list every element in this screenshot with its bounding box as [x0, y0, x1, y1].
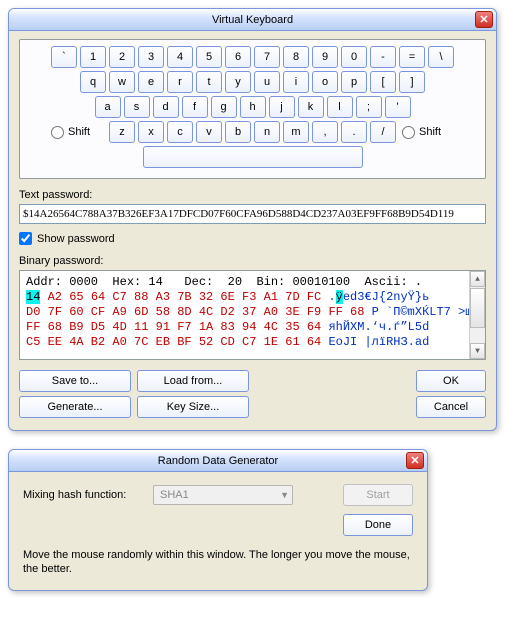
hex-row: FF 68 B9 D5 4D 11 91 F7 1A 83 94 4C 35 6… — [26, 320, 479, 335]
start-button: Start — [343, 484, 413, 506]
key-;[interactable]: ; — [356, 96, 382, 118]
shift-left-radio[interactable]: Shift — [51, 126, 103, 139]
key-e[interactable]: e — [138, 71, 164, 93]
key-=[interactable]: = — [399, 46, 425, 68]
gen-title: Random Data Generator — [158, 455, 278, 467]
mixing-hash-label: Mixing hash function: — [23, 489, 143, 501]
key-a[interactable]: a — [95, 96, 121, 118]
key-r[interactable]: r — [167, 71, 193, 93]
save-to-button[interactable]: Save to... — [19, 370, 131, 392]
shift-right-input[interactable] — [402, 126, 415, 139]
key-n[interactable]: n — [254, 121, 280, 143]
mixing-hash-select[interactable]: SHA1 ▼ — [153, 485, 293, 505]
key-m[interactable]: m — [283, 121, 309, 143]
key-i[interactable]: i — [283, 71, 309, 93]
key-x[interactable]: x — [138, 121, 164, 143]
key-s[interactable]: s — [124, 96, 150, 118]
key-g[interactable]: g — [211, 96, 237, 118]
hex-scrollbar[interactable]: ▲ ▼ — [469, 271, 485, 359]
key-`[interactable]: ` — [51, 46, 77, 68]
hex-row: 14 A2 65 64 C7 88 A3 7B 32 6E F3 A1 7D F… — [26, 290, 479, 305]
show-password-checkbox[interactable]: Show password — [19, 232, 486, 245]
key-j[interactable]: j — [269, 96, 295, 118]
generate-button[interactable]: Generate... — [19, 396, 131, 418]
random-data-generator-dialog: Random Data Generator ✕ Mixing hash func… — [8, 449, 428, 591]
key-\[interactable]: \ — [428, 46, 454, 68]
binpw-label: Binary password: — [19, 255, 486, 267]
scroll-down-icon[interactable]: ▼ — [470, 343, 485, 359]
mixing-hash-value: SHA1 — [160, 489, 189, 501]
key-c[interactable]: c — [167, 121, 193, 143]
cancel-button[interactable]: Cancel — [416, 396, 486, 418]
chevron-down-icon: ▼ — [280, 490, 289, 500]
key-q[interactable]: q — [80, 71, 106, 93]
text-password-input[interactable] — [19, 204, 486, 224]
vk-titlebar: Virtual Keyboard ✕ — [9, 9, 496, 31]
key-o[interactable]: o — [312, 71, 338, 93]
key-k[interactable]: k — [298, 96, 324, 118]
hex-row: C5 EE 4A B2 A0 7C EB BF 52 CD C7 1E 61 6… — [26, 335, 479, 350]
key-5[interactable]: 5 — [196, 46, 222, 68]
key-p[interactable]: p — [341, 71, 367, 93]
key-4[interactable]: 4 — [167, 46, 193, 68]
key-1[interactable]: 1 — [80, 46, 106, 68]
key-y[interactable]: y — [225, 71, 251, 93]
key-f[interactable]: f — [182, 96, 208, 118]
key-'[interactable]: ' — [385, 96, 411, 118]
key-8[interactable]: 8 — [283, 46, 309, 68]
scroll-up-icon[interactable]: ▲ — [470, 271, 485, 287]
shift-right-label: Shift — [419, 126, 441, 138]
key-6[interactable]: 6 — [225, 46, 251, 68]
scroll-thumb[interactable] — [470, 288, 485, 328]
key-][interactable]: ] — [399, 71, 425, 93]
shift-left-input[interactable] — [51, 126, 64, 139]
generator-hint: Move the mouse randomly within this wind… — [23, 548, 413, 576]
textpw-label: Text password: — [19, 189, 486, 201]
key-z[interactable]: z — [109, 121, 135, 143]
close-icon[interactable]: ✕ — [475, 11, 493, 28]
hex-row: D0 7F 60 CF A9 6D 58 8D 4C D2 37 A0 3E F… — [26, 305, 479, 320]
key-0[interactable]: 0 — [341, 46, 367, 68]
key-size-button[interactable]: Key Size... — [137, 396, 249, 418]
hex-viewer: Addr: 0000 Hex: 14 Dec: 20 Bin: 00010100… — [19, 270, 486, 360]
gen-titlebar: Random Data Generator ✕ — [9, 450, 427, 472]
key-u[interactable]: u — [254, 71, 280, 93]
vk-title: Virtual Keyboard — [212, 14, 293, 26]
key-.[interactable]: . — [341, 121, 367, 143]
key-t[interactable]: t — [196, 71, 222, 93]
key-2[interactable]: 2 — [109, 46, 135, 68]
key-3[interactable]: 3 — [138, 46, 164, 68]
key-[[interactable]: [ — [370, 71, 396, 93]
virtual-keyboard-dialog: Virtual Keyboard ✕ `1234567890-=\ qwerty… — [8, 8, 497, 431]
shift-right-radio[interactable]: Shift — [402, 126, 454, 139]
key-,[interactable]: , — [312, 121, 338, 143]
key-l[interactable]: l — [327, 96, 353, 118]
shift-left-label: Shift — [68, 126, 90, 138]
key-b[interactable]: b — [225, 121, 251, 143]
key-h[interactable]: h — [240, 96, 266, 118]
show-password-label: Show password — [37, 233, 115, 245]
key-9[interactable]: 9 — [312, 46, 338, 68]
key-/[interactable]: / — [370, 121, 396, 143]
key-7[interactable]: 7 — [254, 46, 280, 68]
close-icon[interactable]: ✕ — [406, 452, 424, 469]
done-button[interactable]: Done — [343, 514, 413, 536]
key-d[interactable]: d — [153, 96, 179, 118]
hex-header: Addr: 0000 Hex: 14 Dec: 20 Bin: 00010100… — [26, 275, 479, 290]
key-w[interactable]: w — [109, 71, 135, 93]
load-from-button[interactable]: Load from... — [137, 370, 249, 392]
key-v[interactable]: v — [196, 121, 222, 143]
key--[interactable]: - — [370, 46, 396, 68]
keyboard-frame: `1234567890-=\ qwertyuiop[] asdfghjkl;' … — [19, 39, 486, 179]
spacebar-key[interactable] — [143, 146, 363, 168]
ok-button[interactable]: OK — [416, 370, 486, 392]
show-password-input[interactable] — [19, 232, 32, 245]
